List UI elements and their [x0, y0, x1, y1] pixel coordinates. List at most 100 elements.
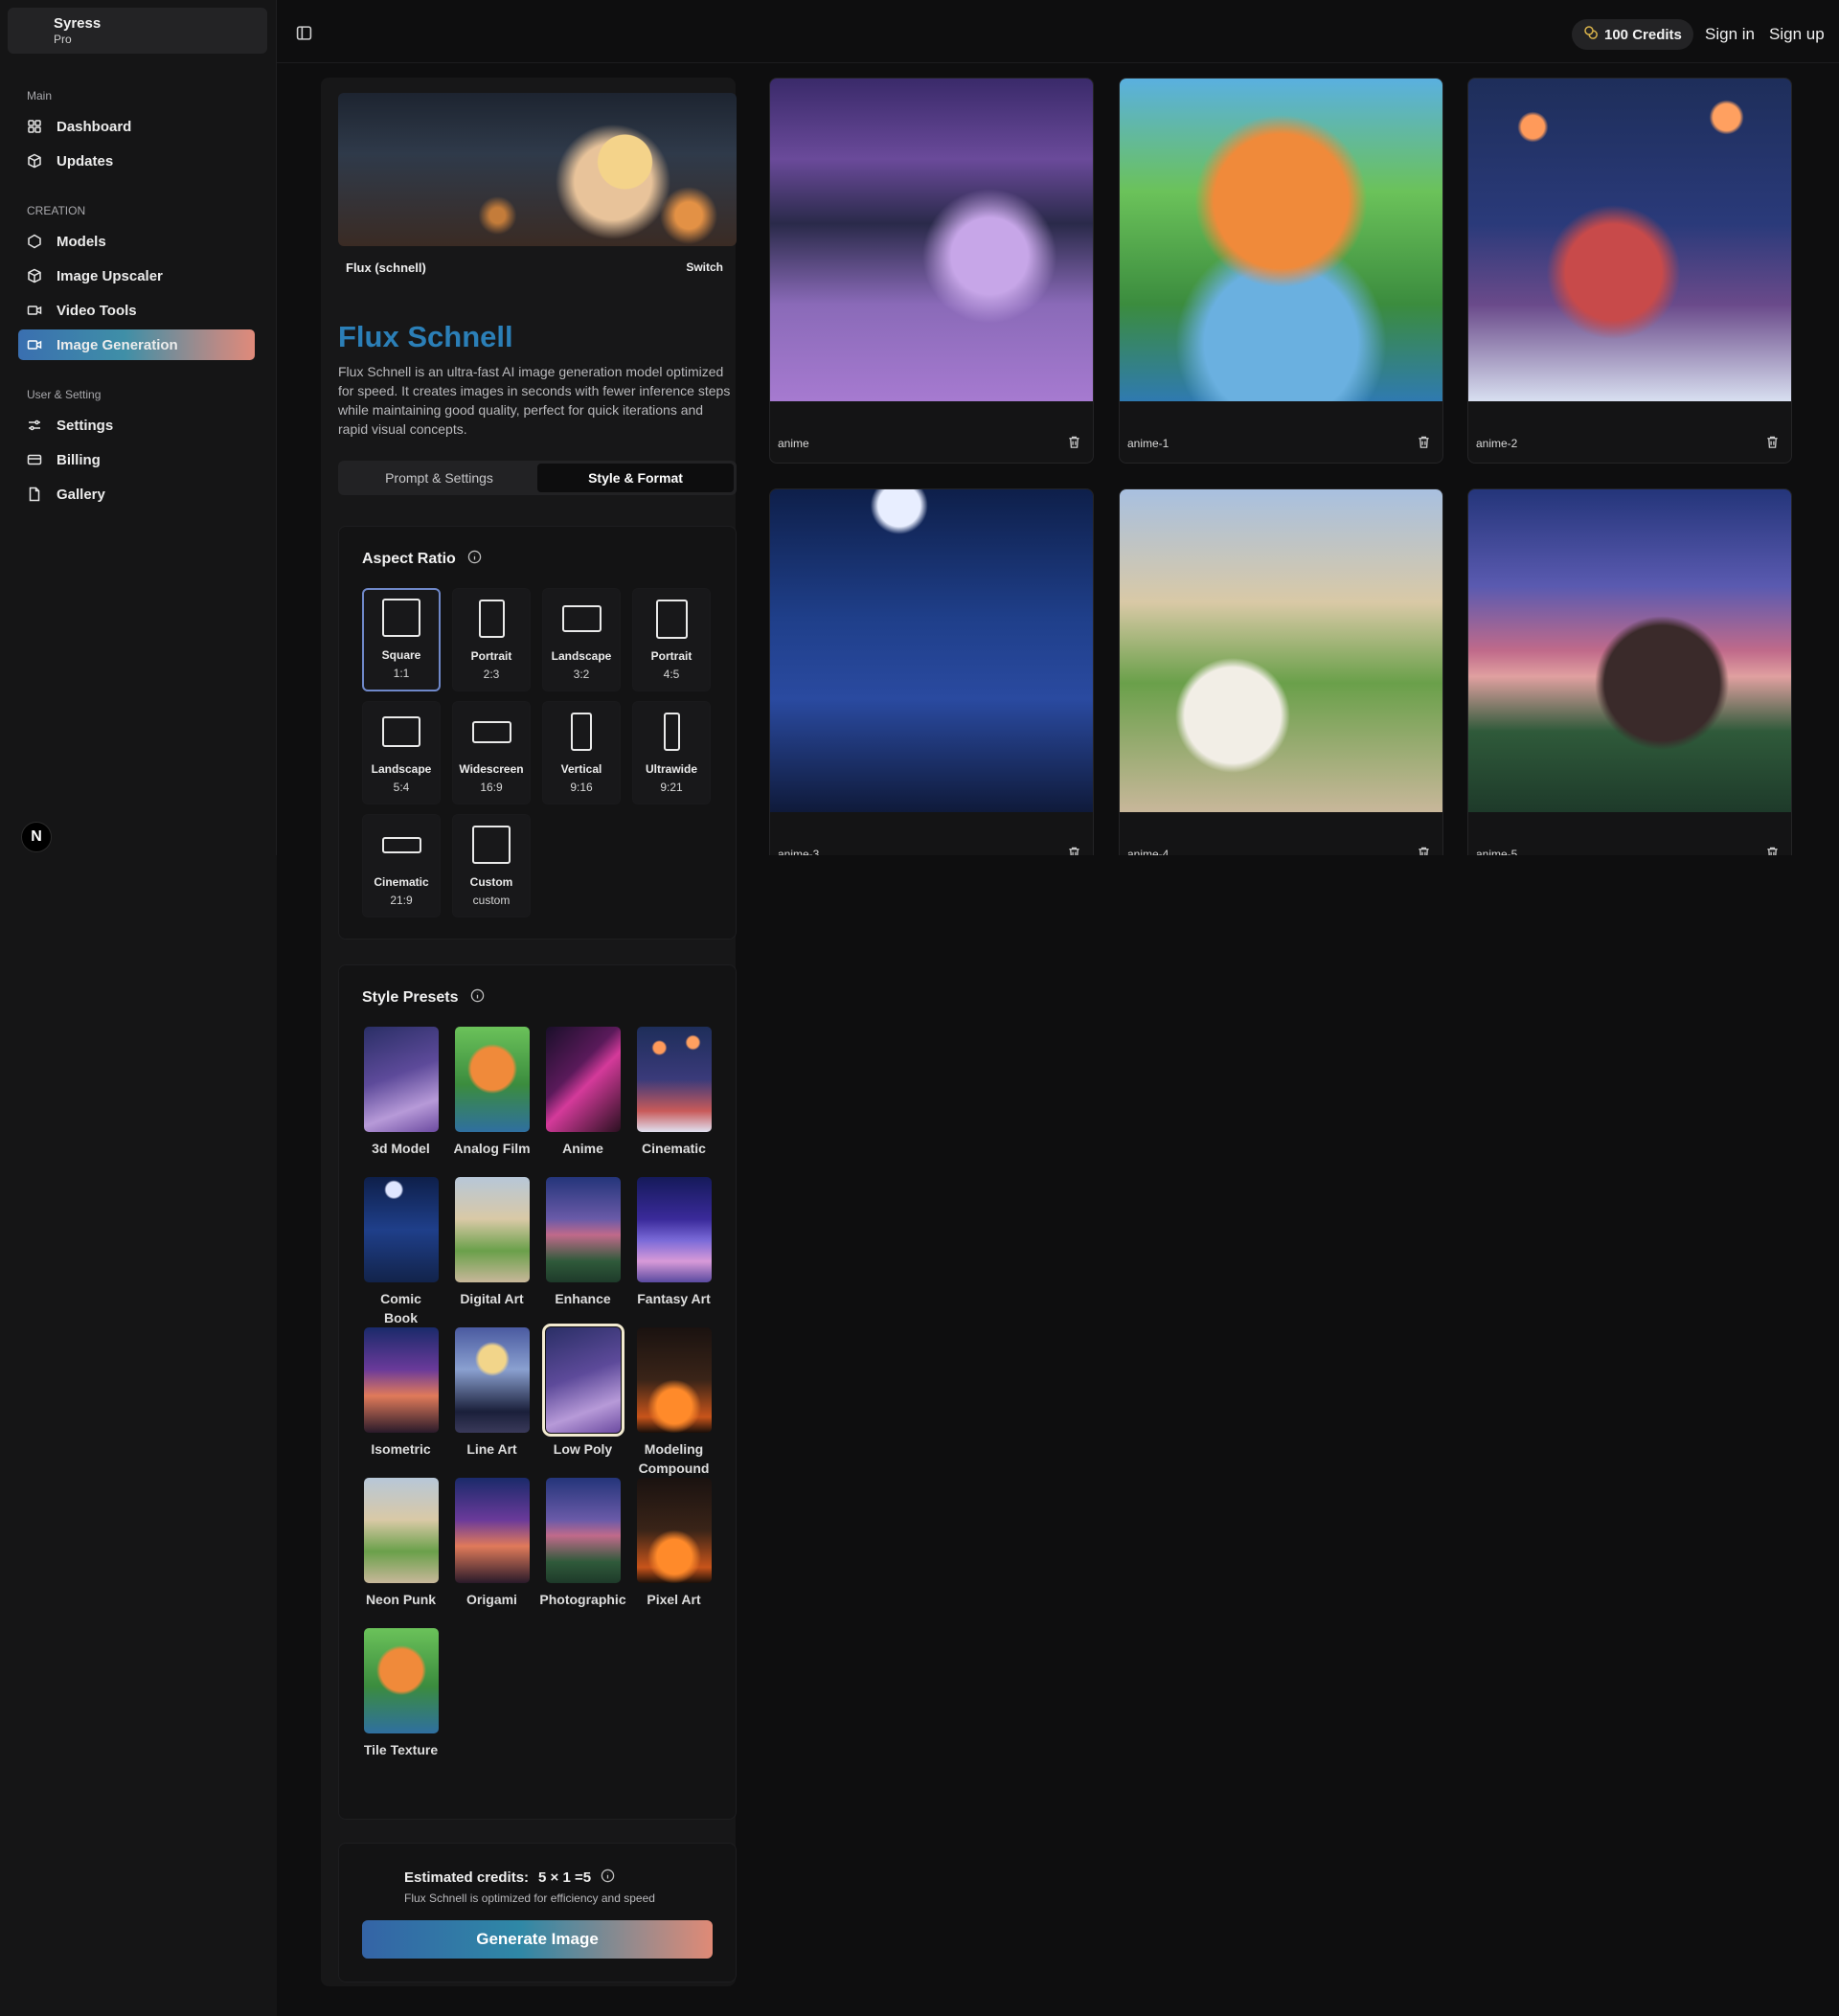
style-preset-photographic[interactable]: Photographic — [539, 1478, 626, 1628]
gallery-card[interactable]: anime-3 — [769, 488, 1094, 874]
gallery-card[interactable]: anime-4 — [1119, 488, 1443, 874]
sidebar: Syress Pro Main Dashboard Updates CREATI… — [0, 0, 277, 855]
ratio-shape — [381, 836, 421, 853]
ratio-shape — [571, 713, 592, 751]
efficiency-note: Flux Schnell is optimized for efficiency… — [404, 1891, 655, 1905]
info-icon[interactable] — [601, 1869, 615, 1887]
ratio-shape — [471, 720, 511, 743]
style-preset-cinematic[interactable]: Cinematic — [635, 1027, 713, 1177]
switch-model-button[interactable]: Switch — [686, 260, 723, 274]
sidebar-item-label: Image Generation — [57, 336, 178, 353]
sidebar-item-updates[interactable]: Updates — [18, 146, 255, 176]
sidebar-item-label: Models — [57, 233, 106, 250]
hexagon-icon — [26, 233, 43, 250]
style-preset-thumbnail — [636, 1027, 712, 1132]
aspect-option-custom[interactable]: Custom custom — [452, 814, 531, 917]
aspect-option-cinematic[interactable]: Cinematic 21:9 — [362, 814, 441, 917]
gallery-image[interactable] — [1120, 79, 1442, 401]
tab-style-format[interactable]: Style & Format — [537, 464, 734, 492]
nav-section-creation: CREATION — [27, 204, 86, 217]
trash-icon[interactable] — [1765, 435, 1780, 454]
top-bar: 100 Credits Sign in Sign up — [277, 0, 1839, 63]
trash-icon[interactable] — [1417, 435, 1431, 454]
style-preset-thumbnail — [545, 1478, 621, 1583]
sidebar-item-dashboard[interactable]: Dashboard — [18, 111, 255, 142]
aspect-option-landscape-3-2[interactable]: Landscape 3:2 — [542, 588, 621, 691]
aspect-option-square[interactable]: Square 1:1 — [362, 588, 441, 691]
style-preset-thumbnail — [454, 1478, 530, 1583]
style-preset-analog-film[interactable]: Analog Film — [453, 1027, 531, 1177]
style-preset-isometric[interactable]: Isometric — [362, 1327, 440, 1478]
model-card[interactable]: Flux (schnell) Switch — [338, 93, 737, 283]
card-icon — [26, 451, 43, 468]
sidebar-item-video-tools[interactable]: Video Tools — [18, 295, 255, 326]
generate-image-button[interactable]: Generate Image — [362, 1920, 713, 1959]
sidebar-item-models[interactable]: Models — [18, 226, 255, 257]
style-preset-neon-punk[interactable]: Neon Punk — [362, 1478, 440, 1628]
trash-icon[interactable] — [1067, 435, 1081, 454]
aspect-option-widescreen[interactable]: Widescreen 16:9 — [452, 701, 531, 804]
sign-in-link[interactable]: Sign in — [1705, 25, 1755, 44]
style-preset-thumbnail — [636, 1478, 712, 1583]
style-preset-pixel-art[interactable]: Pixel Art — [635, 1478, 713, 1628]
sidebar-toggle-icon[interactable] — [296, 25, 312, 46]
credits-badge[interactable]: 100 Credits — [1572, 19, 1693, 50]
style-preset-name: Photographic — [539, 1592, 626, 1607]
ratio-shape — [382, 716, 420, 747]
gallery-image[interactable] — [1468, 79, 1791, 401]
aspect-option-ultrawide[interactable]: Ultrawide 9:21 — [632, 701, 711, 804]
sidebar-item-image-generation[interactable]: Image Generation — [18, 329, 255, 360]
style-preset-low-poly[interactable]: Low Poly — [541, 1324, 624, 1478]
style-preset-name: Line Art — [466, 1441, 517, 1457]
style-preset-name: Pixel Art — [647, 1592, 701, 1607]
brand-switcher[interactable]: Syress Pro — [8, 8, 267, 54]
gallery-image[interactable] — [1120, 489, 1442, 812]
style-preset-name: Fantasy Art — [637, 1291, 711, 1306]
aspect-option-name: Cinematic — [374, 875, 429, 889]
sidebar-item-label: Settings — [57, 417, 114, 434]
gallery-card[interactable]: anime — [769, 78, 1094, 464]
aspect-option-portrait-4-5[interactable]: Portrait 4:5 — [632, 588, 711, 691]
style-preset-digital-art[interactable]: Digital Art — [453, 1177, 531, 1327]
style-preset-name: Cinematic — [642, 1141, 706, 1156]
gallery-image[interactable] — [770, 489, 1093, 812]
sign-up-link[interactable]: Sign up — [1769, 25, 1825, 44]
aspect-option-portrait-2-3[interactable]: Portrait 2:3 — [452, 588, 531, 691]
info-icon[interactable] — [470, 988, 485, 1008]
style-preset-3d-model[interactable]: 3d Model — [362, 1027, 440, 1177]
next-badge[interactable]: N — [21, 822, 52, 852]
grid-icon — [26, 118, 43, 135]
aspect-option-landscape-5-4[interactable]: Landscape 5:4 — [362, 701, 441, 804]
style-preset-origami[interactable]: Origami — [453, 1478, 531, 1628]
style-preset-tile-texture[interactable]: Tile Texture — [362, 1628, 440, 1778]
style-preset-line-art[interactable]: Line Art — [453, 1327, 531, 1478]
sidebar-item-settings[interactable]: Settings — [18, 410, 255, 441]
gallery-card[interactable]: anime-5 — [1467, 488, 1792, 874]
style-preset-comic-book[interactable]: Comic Book — [362, 1177, 440, 1327]
sidebar-item-label: Billing — [57, 451, 101, 468]
ratio-shape — [561, 605, 602, 632]
style-preset-thumbnail — [454, 1027, 530, 1132]
sidebar-item-gallery[interactable]: Gallery — [18, 479, 255, 510]
sidebar-item-billing[interactable]: Billing — [18, 444, 255, 475]
aspect-option-name: Portrait — [470, 649, 512, 663]
estimated-credits-label: Estimated credits: — [404, 1869, 530, 1886]
aspect-option-vertical[interactable]: Vertical 9:16 — [542, 701, 621, 804]
style-preset-name: Tile Texture — [363, 1742, 439, 1757]
style-preset-enhance[interactable]: Enhance — [544, 1177, 622, 1327]
style-preset-anime[interactable]: Anime — [544, 1027, 622, 1177]
info-icon[interactable] — [467, 550, 482, 569]
file-icon — [26, 486, 43, 503]
style-preset-name: Analog Film — [453, 1141, 531, 1156]
sidebar-item-image-upscaler[interactable]: Image Upscaler — [18, 260, 255, 291]
aspect-option-ratio: 2:3 — [483, 668, 500, 681]
style-preset-fantasy-art[interactable]: Fantasy Art — [635, 1177, 713, 1327]
gallery-image[interactable] — [1468, 489, 1791, 812]
gallery-image[interactable] — [770, 79, 1093, 401]
tab-prompt-settings[interactable]: Prompt & Settings — [341, 464, 537, 492]
style-preset-modeling-compound[interactable]: Modeling Compound — [635, 1327, 713, 1478]
gallery-card[interactable]: anime-1 — [1119, 78, 1443, 464]
sidebar-item-label: Gallery — [57, 486, 105, 503]
gallery-card[interactable]: anime-2 — [1467, 78, 1792, 464]
ratio-shape — [655, 599, 688, 639]
